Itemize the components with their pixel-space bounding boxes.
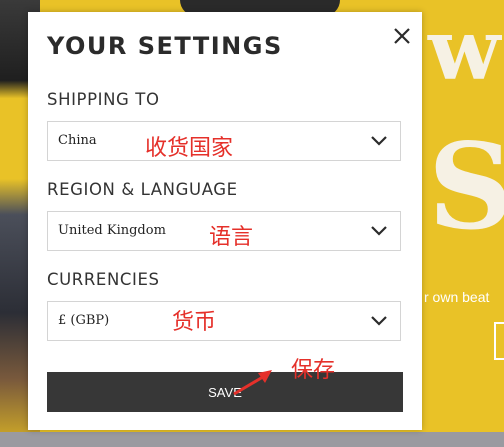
background-bottom-strip: [0, 432, 504, 447]
chevron-down-icon: [371, 226, 387, 236]
background-script-text-mid: So: [428, 117, 504, 256]
chevron-down-icon: [371, 316, 387, 326]
chevron-down-icon: [371, 136, 387, 146]
save-button[interactable]: SAVE: [47, 372, 403, 412]
currency-select-value: £ (GBP): [58, 313, 110, 328]
close-icon: [394, 28, 410, 44]
currency-label: CURRENCIES: [47, 270, 160, 289]
background-outline-button[interactable]: [494, 322, 504, 360]
region-label: REGION & LANGUAGE: [47, 180, 238, 199]
background-tagline: r own beat: [424, 289, 490, 305]
background-script-text-top: w: [428, 0, 500, 99]
modal-title: YOUR SETTINGS: [47, 32, 283, 60]
arrow-annotation-icon: [233, 370, 272, 396]
shipping-select-value: China: [58, 133, 97, 148]
currency-select[interactable]: £ (GBP): [47, 301, 401, 341]
region-annotation: 语言: [209, 225, 254, 250]
region-select-value: United Kingdom: [58, 223, 166, 238]
page-stage: w So r own beat YOUR SETTINGS SHIPPING T…: [0, 0, 504, 447]
shipping-label: SHIPPING TO: [47, 90, 160, 109]
settings-modal: YOUR SETTINGS SHIPPING TO China 收货国家 REG…: [28, 12, 422, 430]
currency-annotation: 货币: [172, 310, 217, 335]
shipping-annotation: 收货国家: [145, 136, 234, 161]
close-button[interactable]: [392, 26, 412, 46]
save-annotation: 保存: [291, 358, 336, 383]
